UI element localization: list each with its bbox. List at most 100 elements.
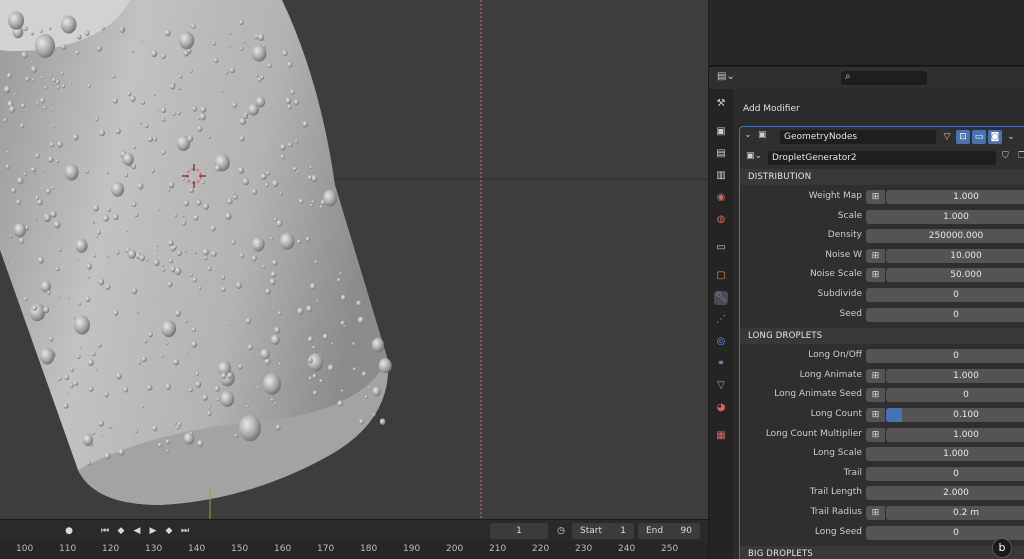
property-value-field[interactable]: 2.000 xyxy=(866,486,1024,501)
property-value-field[interactable]: 1.000 xyxy=(866,447,1024,462)
modifier-name-field[interactable]: GeometryNodes xyxy=(780,130,936,144)
edit-mode-icon[interactable]: ▽ xyxy=(940,130,954,144)
property-value: 0 xyxy=(953,290,959,300)
stopwatch-icon[interactable]: ◷ xyxy=(554,524,568,538)
property-value-field[interactable]: 250000.000 xyxy=(866,229,1024,244)
ruler-frame-number: 120 xyxy=(102,544,120,554)
property-value-field[interactable]: 1.000 xyxy=(886,190,1024,204)
droplet xyxy=(125,229,128,233)
attribute-toggle-icon[interactable]: ⊞ xyxy=(866,368,885,383)
collapse-chevron-icon[interactable]: ⌄ xyxy=(744,130,752,140)
panel-header-big-droplets[interactable]: BIG DROPLETS xyxy=(740,546,1024,559)
fake-user-shield-icon[interactable]: ⛉ xyxy=(1002,151,1009,161)
droplet-large xyxy=(239,414,261,442)
attribute-toggle-icon[interactable]: ⊞ xyxy=(866,427,885,442)
droplet xyxy=(308,376,313,381)
panel-header-long-droplets[interactable]: LONG DROPLETS xyxy=(740,328,1024,345)
end-frame-value: 90 xyxy=(680,526,692,536)
render-tab-icon[interactable]: ▣ xyxy=(714,125,728,139)
physics-tab-icon[interactable]: ◎ xyxy=(714,335,728,349)
property-value-field[interactable]: 10.000 xyxy=(886,248,1024,263)
property-value-field[interactable]: 0 xyxy=(866,288,1024,302)
jump-keyframe-back-icon[interactable]: ◆ xyxy=(114,524,128,538)
droplet xyxy=(19,123,25,129)
jump-start-icon[interactable]: ⏮ xyxy=(98,524,112,538)
properties-header: ▤⌄ ⌕ xyxy=(709,67,1024,89)
droplet xyxy=(94,117,99,122)
view-layer-tab-icon[interactable]: ▥ xyxy=(714,169,728,183)
property-value-field[interactable]: 0 xyxy=(866,307,1024,322)
current-frame-field[interactable]: 1 xyxy=(490,523,548,539)
droplet xyxy=(225,212,232,220)
outliner-area[interactable] xyxy=(709,0,1024,66)
property-label: Weight Map xyxy=(808,191,862,201)
droplet xyxy=(340,294,347,301)
node-tree-icon[interactable]: ▣⌄ xyxy=(746,151,762,161)
property-value-field[interactable]: 1.000 xyxy=(886,368,1024,383)
tool-tab-icon[interactable]: ⚒ xyxy=(714,97,728,111)
end-frame-field[interactable]: End 90 xyxy=(638,523,700,539)
data-tab-icon[interactable]: ▽ xyxy=(714,379,728,393)
render-camera-icon[interactable]: ◙ xyxy=(988,130,1002,144)
attribute-toggle-icon[interactable]: ⊞ xyxy=(866,190,885,204)
attribute-toggle-icon[interactable]: ⊞ xyxy=(866,268,885,283)
frame-ruler[interactable]: 100 110 120 130 140 150 160 170 180 190 200 210 220 2… xyxy=(0,541,708,559)
search-input[interactable]: ⌕ xyxy=(841,71,927,85)
droplet xyxy=(45,188,51,195)
property-value-field[interactable]: 0 xyxy=(866,349,1024,364)
close-icon[interactable]: ✕ xyxy=(1020,130,1024,144)
droplet xyxy=(239,19,244,25)
jump-keyframe-forward-icon[interactable]: ◆ xyxy=(162,524,176,538)
duplicate-icon[interactable]: ❐ xyxy=(1018,151,1024,161)
object-tab-icon[interactable]: ▢ xyxy=(714,269,728,283)
property-value-field[interactable]: 0.2 m xyxy=(886,506,1024,520)
property-label: Seed xyxy=(839,308,863,319)
start-frame-field[interactable]: Start 1 xyxy=(572,523,634,539)
particles-tab-icon[interactable]: ⋰ xyxy=(714,313,728,327)
property-value-field[interactable]: 0 xyxy=(886,388,1024,403)
record-icon[interactable]: ● xyxy=(62,524,76,538)
droplet xyxy=(270,237,274,241)
node-group-field[interactable]: DropletGenerator2 xyxy=(768,151,996,165)
play-icon[interactable]: ▶ xyxy=(146,524,160,538)
world-tab-icon[interactable]: ◍ xyxy=(714,213,728,227)
droplet xyxy=(337,400,343,407)
collection-tab-icon[interactable]: ▭ xyxy=(714,241,728,255)
droplet xyxy=(368,386,371,389)
viewport-display-icon[interactable]: ▭ xyxy=(972,130,986,144)
material-tab-icon[interactable]: ◕ xyxy=(714,401,728,415)
panel-header-distribution[interactable]: DISTRIBUTION xyxy=(740,169,1024,185)
attribute-toggle-icon[interactable]: ⊞ xyxy=(866,408,885,422)
constraints-tab-icon[interactable]: ⚭ xyxy=(714,357,728,371)
property-value-field[interactable]: 0 xyxy=(866,466,1024,481)
property-value-field[interactable]: 0.100 xyxy=(886,408,1024,422)
droplet xyxy=(102,214,110,222)
attribute-toggle-icon[interactable]: ⊞ xyxy=(866,388,885,403)
wrench-icon[interactable]: 🔧︎ xyxy=(714,291,728,305)
property-row: Long Animate Seed ⊞ 0 xyxy=(740,387,1024,403)
droplet xyxy=(359,418,364,425)
property-value-field[interactable]: 1.000 xyxy=(886,427,1024,442)
attribute-toggle-icon[interactable]: ⊞ xyxy=(866,248,885,263)
add-modifier-button[interactable]: Add Modifier xyxy=(743,104,800,114)
editor-type-icon[interactable]: ▤⌄ xyxy=(717,71,743,85)
attribute-toggle-icon[interactable]: ⊞ xyxy=(866,506,885,520)
droplet xyxy=(101,26,105,31)
output-tab-icon[interactable]: ▤ xyxy=(714,147,728,161)
scene-tab-icon[interactable]: ◉ xyxy=(714,191,728,205)
droplet xyxy=(64,164,79,181)
play-reverse-icon[interactable]: ◀ xyxy=(130,524,144,538)
droplet xyxy=(305,236,310,242)
droplet xyxy=(199,113,206,121)
dropdown-chevron-icon[interactable]: ⌄ xyxy=(1004,130,1018,144)
property-value-field[interactable]: 1.000 xyxy=(866,209,1024,224)
texture-tab-icon[interactable]: ▦ xyxy=(714,429,728,443)
cage-icon[interactable]: ⊡ xyxy=(956,130,970,144)
droplet xyxy=(43,106,47,110)
droplet xyxy=(279,232,295,250)
property-value-field[interactable]: 50.000 xyxy=(886,268,1024,283)
3d-viewport[interactable] xyxy=(0,0,708,519)
jump-end-icon[interactable]: ⏭ xyxy=(178,524,192,538)
droplet xyxy=(139,121,142,125)
droplet xyxy=(331,342,334,345)
